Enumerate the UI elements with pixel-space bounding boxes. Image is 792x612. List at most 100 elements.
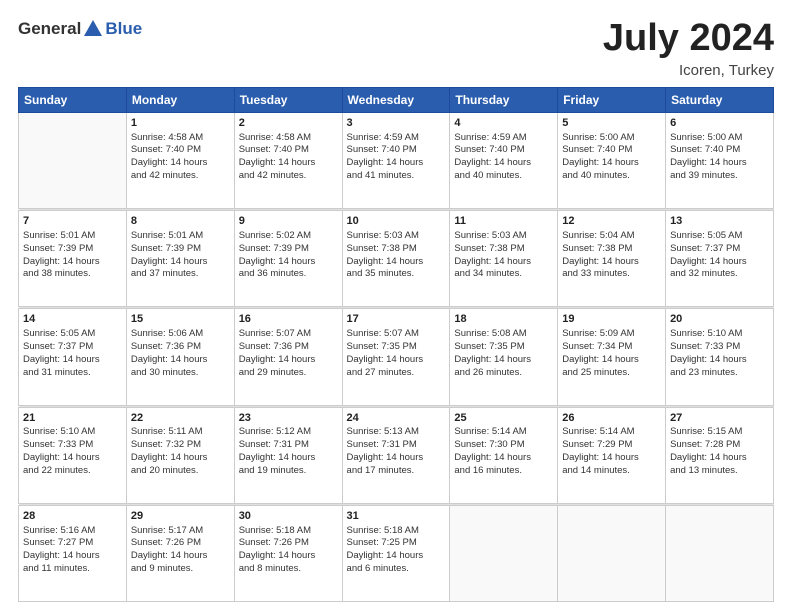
day-info-line: and 25 minutes.	[562, 367, 661, 380]
day-number: 18	[454, 312, 553, 327]
day-info-line: and 40 minutes.	[562, 170, 661, 183]
calendar-cell: 30Sunrise: 5:18 AMSunset: 7:26 PMDayligh…	[234, 505, 342, 601]
day-info-line: and 30 minutes.	[131, 367, 230, 380]
day-info-line: Sunrise: 5:05 AM	[23, 328, 122, 341]
day-info-line: Sunrise: 5:10 AM	[670, 328, 769, 341]
day-info-line: Daylight: 14 hours	[454, 157, 553, 170]
calendar-header-row: SundayMondayTuesdayWednesdayThursdayFrid…	[19, 87, 774, 112]
day-number: 24	[347, 411, 446, 426]
day-info-line: Daylight: 14 hours	[562, 354, 661, 367]
calendar-cell: 26Sunrise: 5:14 AMSunset: 7:29 PMDayligh…	[558, 407, 666, 503]
day-number: 20	[670, 312, 769, 327]
day-info-line: and 37 minutes.	[131, 268, 230, 281]
day-info-line: Daylight: 14 hours	[347, 157, 446, 170]
header: General Blue July 2024 Icoren, Turkey	[18, 18, 774, 79]
day-number: 19	[562, 312, 661, 327]
day-info-line: Sunrise: 5:00 AM	[670, 132, 769, 145]
calendar-cell: 2Sunrise: 4:58 AMSunset: 7:40 PMDaylight…	[234, 112, 342, 208]
day-info-line: and 41 minutes.	[347, 170, 446, 183]
day-info-line: Daylight: 14 hours	[454, 354, 553, 367]
day-info-line: and 11 minutes.	[23, 563, 122, 576]
day-info-line: Sunset: 7:38 PM	[562, 243, 661, 256]
day-info-line: Sunset: 7:33 PM	[670, 341, 769, 354]
day-info-line: Sunset: 7:30 PM	[454, 439, 553, 452]
day-info-line: Sunrise: 5:01 AM	[23, 230, 122, 243]
day-number: 12	[562, 214, 661, 229]
day-info-line: Sunrise: 5:12 AM	[239, 426, 338, 439]
day-number: 21	[23, 411, 122, 426]
day-info-line: Daylight: 14 hours	[239, 354, 338, 367]
day-number: 4	[454, 116, 553, 131]
calendar-cell	[19, 112, 127, 208]
day-info-line: Daylight: 14 hours	[562, 256, 661, 269]
day-info-line: Sunset: 7:39 PM	[239, 243, 338, 256]
day-info-line: Daylight: 14 hours	[670, 256, 769, 269]
calendar-cell: 24Sunrise: 5:13 AMSunset: 7:31 PMDayligh…	[342, 407, 450, 503]
day-info-line: Sunrise: 5:03 AM	[347, 230, 446, 243]
day-number: 23	[239, 411, 338, 426]
day-info-line: Daylight: 14 hours	[131, 550, 230, 563]
day-info-line: Daylight: 14 hours	[454, 452, 553, 465]
logo-general: General	[18, 19, 81, 39]
day-info-line: Sunrise: 5:02 AM	[239, 230, 338, 243]
day-info-line: and 29 minutes.	[239, 367, 338, 380]
day-info-line: Sunrise: 5:14 AM	[454, 426, 553, 439]
day-info-line: Daylight: 14 hours	[347, 452, 446, 465]
calendar-cell: 21Sunrise: 5:10 AMSunset: 7:33 PMDayligh…	[19, 407, 127, 503]
day-info-line: Sunrise: 5:07 AM	[239, 328, 338, 341]
day-info-line: and 23 minutes.	[670, 367, 769, 380]
calendar-cell: 17Sunrise: 5:07 AMSunset: 7:35 PMDayligh…	[342, 309, 450, 405]
day-info-line: Sunset: 7:38 PM	[454, 243, 553, 256]
calendar-cell: 5Sunrise: 5:00 AMSunset: 7:40 PMDaylight…	[558, 112, 666, 208]
page: General Blue July 2024 Icoren, Turkey Su…	[0, 0, 792, 612]
day-info-line: Daylight: 14 hours	[239, 157, 338, 170]
calendar-cell: 10Sunrise: 5:03 AMSunset: 7:38 PMDayligh…	[342, 211, 450, 307]
logo-blue: Blue	[105, 19, 142, 39]
day-info-line: Sunset: 7:40 PM	[562, 144, 661, 157]
day-info-line: Daylight: 14 hours	[239, 550, 338, 563]
day-info-line: Sunrise: 5:04 AM	[562, 230, 661, 243]
calendar-cell: 18Sunrise: 5:08 AMSunset: 7:35 PMDayligh…	[450, 309, 558, 405]
day-number: 15	[131, 312, 230, 327]
day-info-line: Sunrise: 4:58 AM	[131, 132, 230, 145]
day-info-line: Sunrise: 5:03 AM	[454, 230, 553, 243]
day-info-line: Sunset: 7:34 PM	[562, 341, 661, 354]
day-info-line: and 34 minutes.	[454, 268, 553, 281]
calendar-cell: 27Sunrise: 5:15 AMSunset: 7:28 PMDayligh…	[666, 407, 774, 503]
day-number: 28	[23, 509, 122, 524]
calendar-cell: 20Sunrise: 5:10 AMSunset: 7:33 PMDayligh…	[666, 309, 774, 405]
day-info-line: Sunrise: 5:00 AM	[562, 132, 661, 145]
day-info-line: Daylight: 14 hours	[670, 157, 769, 170]
day-info-line: Sunset: 7:26 PM	[131, 537, 230, 550]
day-info-line: Sunrise: 5:18 AM	[239, 525, 338, 538]
day-info-line: Daylight: 14 hours	[131, 452, 230, 465]
day-info-line: Sunset: 7:32 PM	[131, 439, 230, 452]
day-info-line: Daylight: 14 hours	[23, 354, 122, 367]
day-number: 9	[239, 214, 338, 229]
calendar-cell: 6Sunrise: 5:00 AMSunset: 7:40 PMDaylight…	[666, 112, 774, 208]
day-info-line: and 33 minutes.	[562, 268, 661, 281]
day-number: 10	[347, 214, 446, 229]
calendar-cell: 7Sunrise: 5:01 AMSunset: 7:39 PMDaylight…	[19, 211, 127, 307]
calendar-cell: 8Sunrise: 5:01 AMSunset: 7:39 PMDaylight…	[126, 211, 234, 307]
day-info-line: Sunset: 7:31 PM	[239, 439, 338, 452]
day-number: 14	[23, 312, 122, 327]
day-info-line: and 19 minutes.	[239, 465, 338, 478]
day-info-line: Sunset: 7:36 PM	[131, 341, 230, 354]
day-info-line: and 8 minutes.	[239, 563, 338, 576]
day-info-line: Sunrise: 5:15 AM	[670, 426, 769, 439]
day-number: 30	[239, 509, 338, 524]
day-info-line: and 35 minutes.	[347, 268, 446, 281]
day-info-line: Sunset: 7:33 PM	[23, 439, 122, 452]
day-info-line: Sunrise: 4:59 AM	[454, 132, 553, 145]
day-info-line: Daylight: 14 hours	[239, 452, 338, 465]
day-info-line: Sunrise: 4:58 AM	[239, 132, 338, 145]
day-number: 7	[23, 214, 122, 229]
day-info-line: and 31 minutes.	[23, 367, 122, 380]
day-info-line: Daylight: 14 hours	[347, 354, 446, 367]
day-info-line: Daylight: 14 hours	[23, 452, 122, 465]
calendar-cell: 13Sunrise: 5:05 AMSunset: 7:37 PMDayligh…	[666, 211, 774, 307]
day-info-line: Daylight: 14 hours	[562, 452, 661, 465]
day-info-line: Daylight: 14 hours	[23, 256, 122, 269]
day-info-line: Sunrise: 5:07 AM	[347, 328, 446, 341]
